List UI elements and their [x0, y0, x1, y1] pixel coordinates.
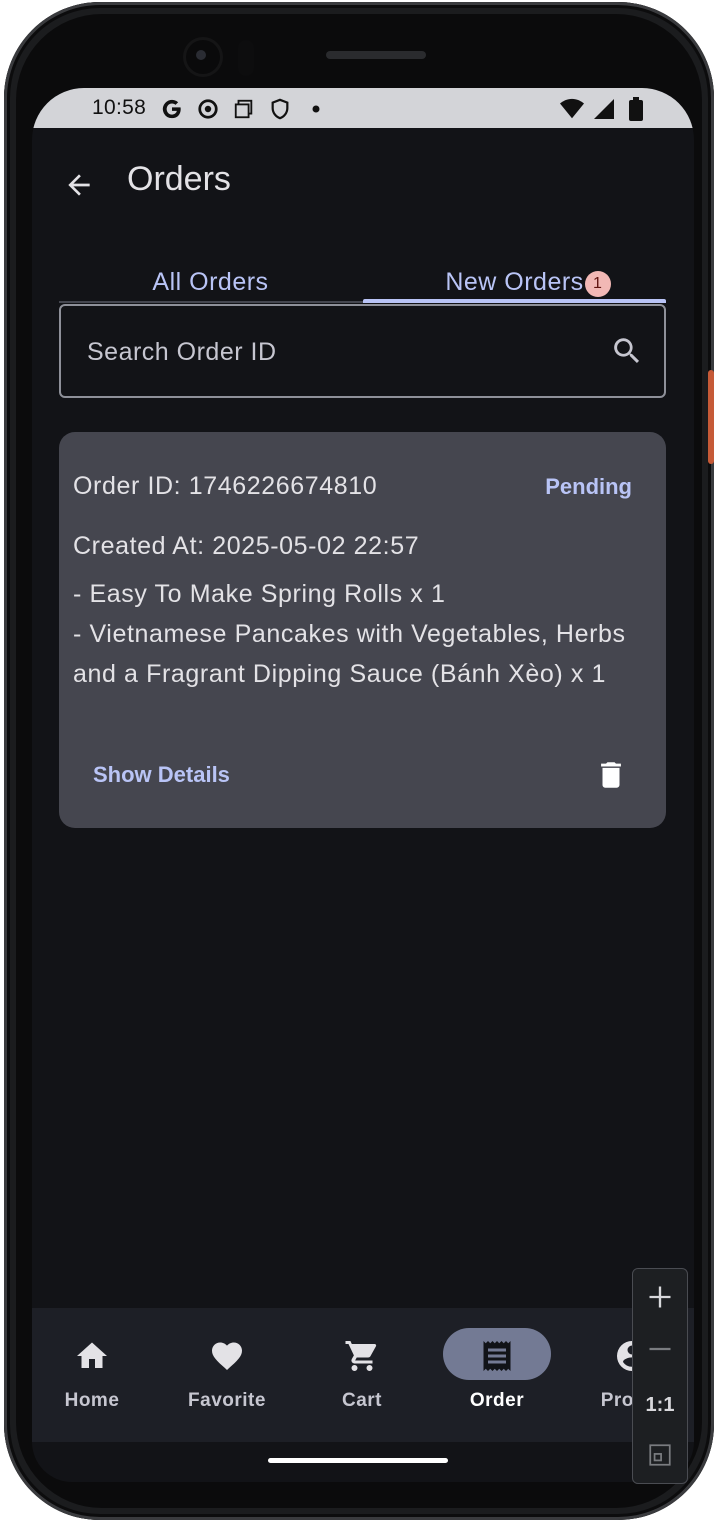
receipt-icon	[483, 1341, 511, 1371]
minus-icon	[649, 1347, 671, 1351]
power-button[interactable]	[708, 370, 714, 464]
battery-icon	[624, 97, 648, 121]
search-input[interactable]	[85, 306, 589, 398]
zoom-fit-button[interactable]	[633, 1429, 687, 1481]
nav-label: Favorite	[188, 1390, 266, 1411]
cart-icon	[345, 1341, 377, 1371]
nav-item-order[interactable]: Order	[432, 1308, 562, 1442]
nav-item-home[interactable]: Home	[32, 1308, 157, 1442]
screenshot-icon	[232, 97, 256, 121]
zoom-reset-button[interactable]: 1:1	[633, 1379, 687, 1431]
order-tabs: All Orders New Orders 1	[59, 258, 666, 304]
zoom-in-button[interactable]	[633, 1271, 687, 1323]
notification-icons	[160, 97, 328, 121]
tab-all-orders[interactable]: All Orders	[59, 258, 362, 302]
order-id: Order ID: 1746226674810	[73, 472, 378, 500]
google-g-icon	[160, 97, 184, 121]
status-badge: Pending	[545, 474, 632, 499]
order-created-at: Created At: 2025-05-02 22:57	[73, 532, 420, 560]
heart-icon	[212, 1342, 242, 1370]
tab-indicator	[363, 299, 666, 303]
system-icons	[560, 97, 648, 121]
wifi-icon	[560, 97, 584, 121]
tab-label: New Orders	[445, 268, 584, 296]
back-button[interactable]	[58, 164, 100, 206]
delete-order-button[interactable]	[594, 756, 628, 794]
order-card: Order ID: 1746226674810 Pending Created …	[59, 432, 666, 828]
proximity-sensor	[238, 40, 254, 76]
nav-label: Home	[64, 1390, 120, 1411]
app-screen: 10:58 Orders All Orders New Orders 1 Sea…	[32, 88, 694, 1482]
signal-icon	[592, 97, 616, 121]
show-details-button[interactable]: Show Details	[93, 762, 230, 788]
shield-icon	[268, 97, 292, 121]
order-items: - Easy To Make Spring Rolls x 1 - Vietna…	[73, 574, 643, 694]
zoom-out-button[interactable]	[633, 1323, 687, 1375]
nav-label: Cart	[341, 1390, 382, 1411]
plus-icon	[649, 1286, 671, 1308]
home-icon	[77, 1342, 107, 1368]
bottom-navigation: Home Favorite Cart Order Profile	[32, 1308, 694, 1442]
page-title: Orders	[127, 160, 231, 198]
status-bar: 10:58	[32, 88, 694, 128]
top-app-bar: Orders	[32, 128, 694, 234]
tab-new-orders[interactable]: New Orders 1	[363, 258, 666, 302]
front-camera	[186, 40, 220, 74]
dot-icon	[304, 97, 328, 121]
search-icon[interactable]	[610, 334, 644, 368]
fit-screen-icon	[649, 1444, 671, 1466]
nav-label: Order	[469, 1390, 525, 1411]
nav-item-favorite[interactable]: Favorite	[162, 1308, 292, 1442]
search-field	[59, 304, 666, 398]
emulator-zoom-controls: 1:1	[632, 1268, 688, 1484]
nav-item-cart[interactable]: Cart	[297, 1308, 427, 1442]
tab-label: All Orders	[152, 268, 269, 296]
new-orders-badge: 1	[584, 271, 611, 297]
phone-frame: 10:58 Orders All Orders New Orders 1 Sea…	[4, 2, 714, 1520]
order-item: - Easy To Make Spring Rolls x 1	[73, 580, 446, 608]
earpiece-speaker	[326, 51, 426, 59]
trash-icon	[601, 762, 621, 788]
order-item: - Vietnamese Pancakes with Vegetables, H…	[73, 620, 626, 688]
home-gesture-bar[interactable]	[268, 1458, 448, 1463]
chrome-icon	[196, 97, 220, 121]
status-time: 10:58	[92, 96, 147, 119]
arrow-back-icon	[68, 174, 90, 196]
